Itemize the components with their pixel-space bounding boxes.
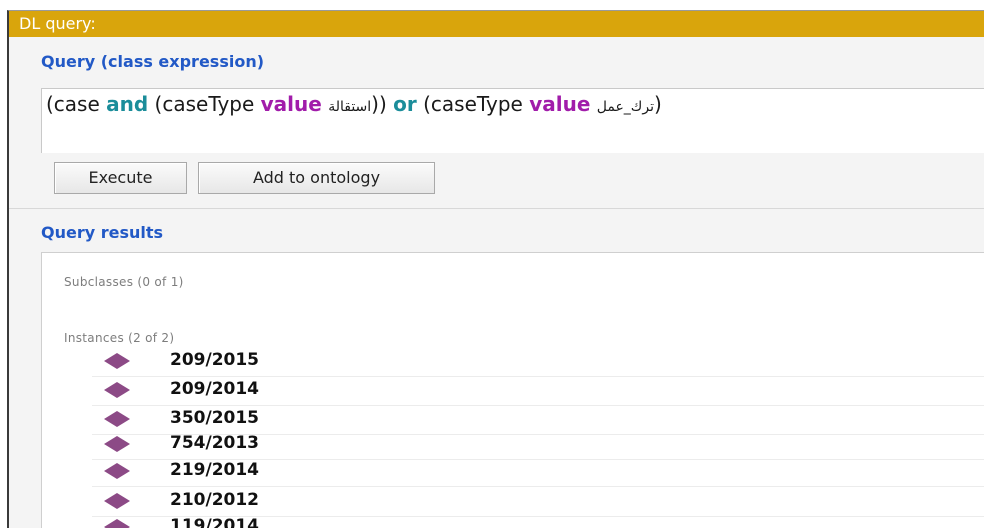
dl-query-panel: DL query: Query (class expression) (case…	[7, 10, 984, 528]
section-divider	[9, 208, 984, 209]
instance-name: 210/2012	[170, 490, 260, 510]
value-keyword: value	[260, 92, 322, 116]
expr-text: ))	[371, 92, 394, 116]
subclasses-label: Subclasses (0 of 1)	[64, 275, 184, 289]
instance-diamond-icon	[104, 436, 130, 452]
instance-diamond-icon	[104, 493, 130, 509]
instance-diamond-icon	[104, 382, 130, 398]
instance-diamond-icon	[104, 353, 130, 369]
instance-name: 754/2013	[170, 433, 260, 453]
expr-text: )	[653, 92, 662, 116]
instance-row[interactable]: 210/2012	[92, 488, 984, 517]
instance-diamond-icon	[104, 411, 130, 427]
instance-name: 219/2014	[170, 460, 260, 480]
instance-name: 209/2014	[170, 379, 260, 399]
instance-name: 119/2014	[170, 516, 260, 528]
instance-row[interactable]: 119/2014	[92, 514, 984, 528]
query-results-list[interactable]: Subclasses (0 of 1) Instances (2 of 2) 2…	[41, 252, 984, 528]
instance-row[interactable]: 219/2014	[92, 458, 984, 487]
or-keyword: or	[393, 92, 417, 116]
instance-name: 350/2015	[170, 408, 260, 428]
panel-title: DL query:	[9, 11, 984, 37]
and-keyword: and	[106, 92, 149, 116]
add-to-ontology-button[interactable]: Add to ontology	[198, 162, 435, 194]
instance-diamond-icon	[104, 463, 130, 479]
expr-text: (case	[46, 92, 107, 116]
instances-label: Instances (2 of 2)	[64, 331, 175, 345]
instance-row[interactable]: 209/2014	[92, 377, 984, 406]
instance-name: 209/2015	[170, 350, 260, 370]
expr-text: (caseType	[148, 92, 261, 116]
instance-row[interactable]: 754/2013	[92, 431, 984, 460]
execute-button[interactable]: Execute	[54, 162, 187, 194]
query-expression-editor[interactable]: (case and (caseType value استقالة)) or (…	[41, 88, 984, 153]
arabic-individual-1: استقالة	[328, 99, 372, 115]
arabic-individual-2: ترك_عمل	[596, 99, 654, 115]
value-keyword: value	[529, 92, 591, 116]
expr-text: (caseType	[416, 92, 530, 116]
query-section-label: Query (class expression)	[41, 52, 265, 71]
results-section-label: Query results	[41, 223, 164, 242]
instance-row[interactable]: 209/2015	[92, 348, 984, 377]
